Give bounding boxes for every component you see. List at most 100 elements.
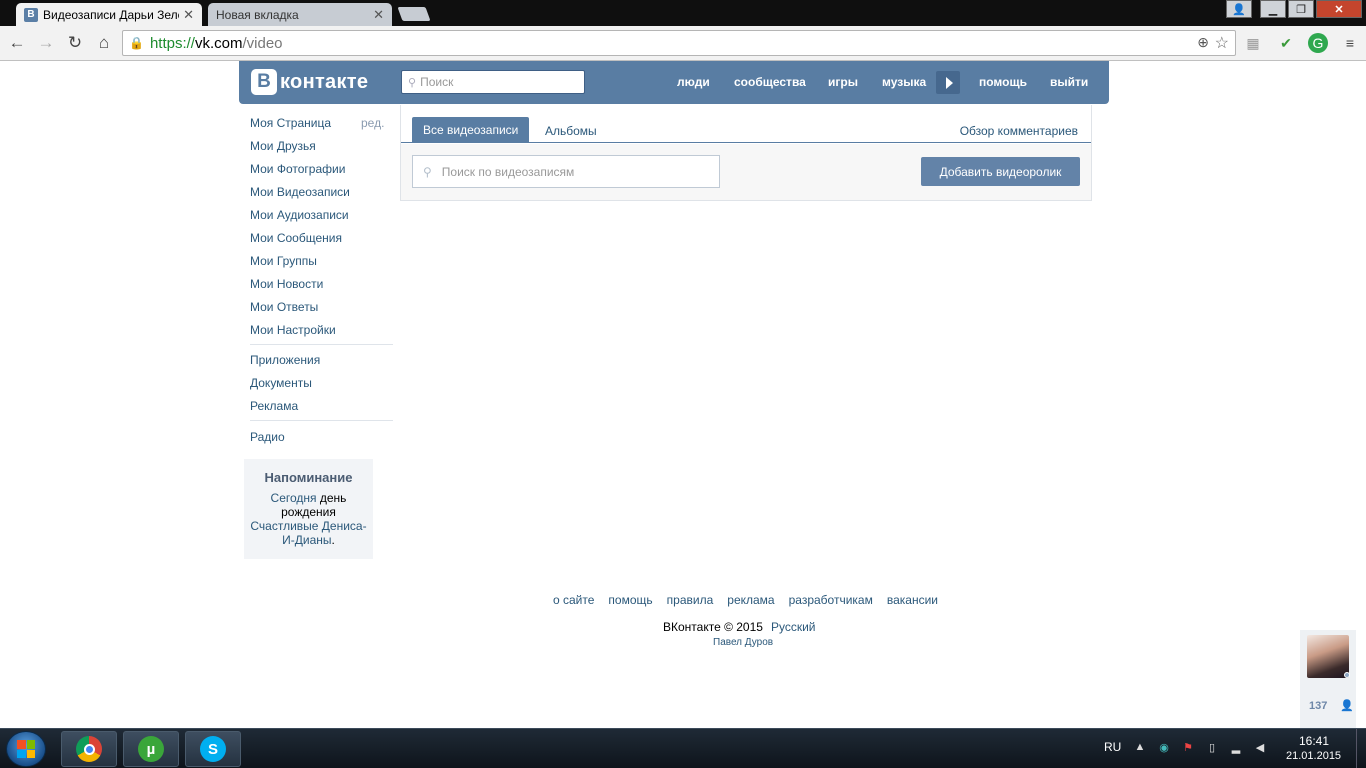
menu-item-news[interactable]: Мои Новости [250, 277, 323, 291]
video-panel: Все видеозаписи Альбомы Обзор комментари… [400, 105, 1092, 201]
taskbar-chrome[interactable] [61, 731, 117, 767]
user-profile-icon[interactable]: 👤 [1226, 0, 1252, 18]
tab-close-icon[interactable]: ✕ [183, 7, 194, 23]
nav-communities[interactable]: сообщества [734, 75, 806, 89]
reminder-text: Сегодня день рождения Счастливые Дениса-… [244, 491, 373, 547]
tab-albums[interactable]: Альбомы [545, 124, 597, 138]
nav-people[interactable]: люди [677, 75, 710, 89]
footer-link-about[interactable]: о сайте [553, 593, 594, 607]
footer-link-jobs[interactable]: вакансии [887, 593, 938, 607]
back-arrow-icon[interactable]: ← [6, 32, 28, 54]
reminder-today-link[interactable]: Сегодня [271, 491, 317, 505]
volume-icon[interactable]: ◀ [1253, 740, 1267, 754]
taskbar-utorrent[interactable]: µ [123, 731, 179, 767]
chrome-menu-icon[interactable]: ≡ [1340, 33, 1360, 53]
grammarly-icon[interactable]: G [1308, 33, 1328, 53]
vk-header: В контакте ⚲ Поиск люди сообщества игры … [239, 61, 1109, 104]
forward-arrow-icon[interactable]: → [35, 32, 57, 54]
menu-divider [250, 420, 393, 421]
play-icon [945, 76, 953, 89]
adguard-shield-icon[interactable]: ✔ [1276, 33, 1296, 53]
reminder-person-link[interactable]: Счастливые Дениса-И-Дианы [250, 519, 366, 547]
tab-title: Видеозаписи Дарьи Зелё [43, 7, 180, 22]
reload-icon[interactable]: ↻ [64, 32, 86, 54]
tray-app-icon[interactable]: ◉ [1157, 740, 1171, 754]
skype-icon: S [200, 736, 226, 762]
menu-item-messages[interactable]: Мои Сообщения [250, 231, 342, 245]
nav-logout[interactable]: выйти [1050, 75, 1088, 89]
window-close-button[interactable]: ✕ [1316, 0, 1362, 18]
browser-toolbar: ← → ↻ ⌂ 🔒 https://vk.com/video ⊕ ☆ ▦ ✔ G… [0, 26, 1366, 61]
tray-time[interactable]: 16:41 [1299, 734, 1329, 748]
extension-icon[interactable]: ▦ [1243, 33, 1263, 53]
music-play-button[interactable] [936, 71, 960, 94]
menu-item-documents[interactable]: Документы [250, 376, 312, 390]
search-icon: ⚲ [423, 164, 432, 179]
menu-item-audio[interactable]: Мои Аудиозаписи [250, 208, 349, 222]
minimize-button[interactable]: ▁ [1260, 0, 1286, 18]
online-status-icon [1344, 672, 1350, 678]
network-signal-icon[interactable]: ▂ [1229, 740, 1243, 754]
tab-all-videos[interactable]: Все видеозаписи [412, 117, 530, 143]
footer-links: о сайте помощь правила реклама разработч… [553, 593, 938, 607]
utorrent-icon: µ [138, 736, 164, 762]
browser-tab-new[interactable]: Новая вкладка ✕ [208, 3, 392, 26]
chrome-icon [76, 736, 102, 762]
action-center-flag-icon[interactable]: ⚑ [1181, 740, 1195, 754]
home-icon[interactable]: ⌂ [93, 32, 115, 54]
footer-author-link[interactable]: Павел Дуров [713, 637, 773, 648]
menu-item-groups[interactable]: Мои Группы [250, 254, 317, 268]
url-path: /video [242, 34, 283, 52]
video-search-input[interactable]: ⚲ Поиск по видеозаписям [412, 155, 720, 188]
add-video-button[interactable]: Добавить видеоролик [921, 157, 1080, 186]
lock-icon: 🔒 [129, 36, 144, 50]
nav-music[interactable]: музыка [882, 75, 926, 89]
birthday-reminder: Напоминание Сегодня день рождения Счастл… [244, 459, 373, 559]
nav-games[interactable]: игры [828, 75, 858, 89]
address-bar[interactable]: 🔒 https://vk.com/video ⊕ ☆ [122, 30, 1236, 56]
browser-tab-active[interactable]: В Видеозаписи Дарьи Зелё ✕ [16, 3, 202, 26]
maximize-button[interactable]: ❐ [1288, 0, 1314, 18]
menu-item-friends[interactable]: Мои Друзья [250, 139, 316, 153]
language-link[interactable]: Русский [771, 620, 816, 634]
footer-link-ads[interactable]: реклама [727, 593, 774, 607]
copyright-text: ВКонтакте © 2015 [663, 620, 763, 634]
search-icon: ⚲ [408, 76, 417, 89]
vk-logo-icon: В [251, 69, 277, 95]
menu-item-radio[interactable]: Радио [250, 430, 285, 444]
zoom-icon[interactable]: ⊕ [1197, 34, 1209, 51]
friend-avatar[interactable] [1307, 635, 1349, 678]
menu-item-ads[interactable]: Реклама [250, 399, 298, 413]
vk-logo[interactable]: В контакте [251, 69, 368, 95]
nav-help[interactable]: помощь [979, 75, 1027, 89]
new-tab-button[interactable] [397, 7, 431, 21]
show-desktop-button[interactable] [1356, 729, 1366, 768]
tray-language[interactable]: RU [1104, 740, 1121, 754]
video-search-placeholder: Поиск по видеозаписям [441, 164, 575, 179]
menu-item-settings[interactable]: Мои Настройки [250, 323, 336, 337]
reminder-dot: . [331, 533, 335, 547]
footer-link-developers[interactable]: разработчикам [789, 593, 873, 607]
menu-item-photos[interactable]: Мои Фотографии [250, 162, 345, 176]
menu-item-answers[interactable]: Мои Ответы [250, 300, 318, 314]
comments-overview-link[interactable]: Обзор комментариев [960, 124, 1078, 138]
taskbar-skype[interactable]: S [185, 731, 241, 767]
tray-expand-icon[interactable]: ▲ [1133, 740, 1147, 754]
menu-edit-link[interactable]: ред. [361, 116, 384, 130]
menu-item-apps[interactable]: Приложения [250, 353, 320, 367]
video-search-area: ⚲ Поиск по видеозаписям Добавить видеоро… [401, 144, 1091, 200]
video-tabs: Все видеозаписи Альбомы Обзор комментари… [401, 105, 1091, 143]
header-search-input[interactable]: ⚲ Поиск [401, 70, 585, 94]
battery-icon[interactable]: ▯ [1205, 740, 1219, 754]
footer-link-rules[interactable]: правила [667, 593, 714, 607]
tray-date[interactable]: 21.01.2015 [1286, 750, 1341, 762]
tab-close-icon[interactable]: ✕ [373, 7, 384, 23]
reminder-title: Напоминание [264, 470, 353, 485]
menu-item-my-page[interactable]: Моя Страница [250, 116, 331, 130]
footer-link-help[interactable]: помощь [608, 593, 652, 607]
bookmark-star-icon[interactable]: ☆ [1215, 33, 1229, 53]
menu-item-videos[interactable]: Мои Видеозаписи [250, 185, 350, 199]
friends-online-count[interactable]: 137 [1309, 700, 1327, 712]
url-scheme: https:// [149, 34, 195, 52]
start-button[interactable] [6, 731, 46, 767]
